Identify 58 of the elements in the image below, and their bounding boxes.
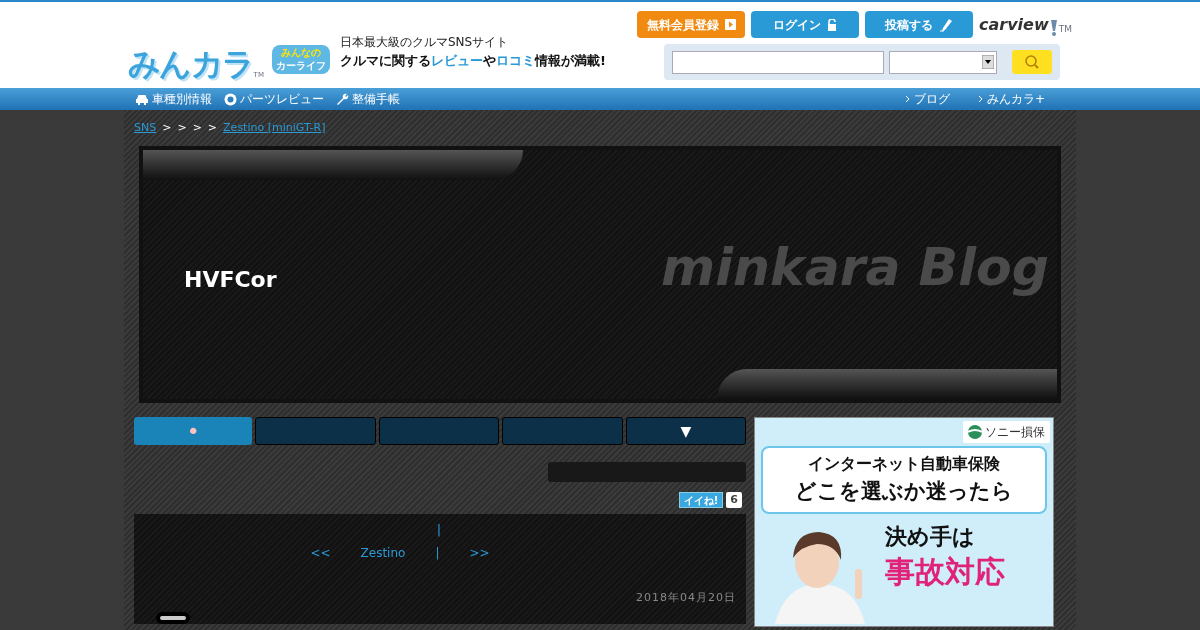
post-nav-link[interactable]: Zestino	[360, 543, 406, 562]
padlock-icon	[826, 18, 838, 31]
banner-watermark: minkara Blog	[661, 236, 1049, 299]
like-count: 6	[726, 492, 742, 508]
tagline: 日本最大級のクルマSNSサイト	[339, 33, 510, 51]
breadcrumb-separator: >	[207, 119, 218, 136]
pen-icon	[939, 17, 953, 32]
search-field[interactable]	[672, 50, 884, 74]
site-logo[interactable]: みんカラ	[128, 48, 254, 80]
car-icon	[135, 93, 149, 105]
ad-headline: どこを選ぶか迷ったら	[795, 478, 1013, 505]
blog-tab[interactable]: •	[134, 417, 253, 445]
post-nav-link[interactable]: >>	[469, 543, 490, 562]
exclamation-icon	[1048, 18, 1059, 37]
nav-link[interactable]: ブログ	[904, 90, 950, 108]
post-nav-link[interactable]: |	[435, 543, 440, 562]
avatar	[156, 612, 190, 624]
badge-text: みんなの	[280, 47, 321, 60]
blog-tab[interactable]	[502, 417, 623, 445]
blog-tab[interactable]: ▼	[625, 417, 747, 445]
carview-logo[interactable]: carview	[979, 12, 1049, 37]
wheel-icon	[224, 92, 237, 106]
insurance-ad[interactable]: ソニー損保 インターネット自動車保険 どこを選ぶか迷ったら 決め手は 事故対応	[754, 417, 1054, 627]
category-select[interactable]	[889, 50, 997, 74]
chevron-icon	[904, 95, 910, 103]
post-date: 2018年04月20日	[636, 589, 736, 606]
trademark-mark: TM	[1058, 23, 1072, 36]
post-divider-text: |	[436, 521, 442, 539]
nav-link[interactable]: 整備手帳	[336, 90, 400, 108]
chevron-icon	[977, 95, 983, 103]
badge-text: カーライフ	[275, 59, 326, 72]
post-button[interactable]: 投稿する	[865, 11, 973, 38]
search-button[interactable]	[1012, 50, 1052, 74]
ad-lead: 決め手は	[885, 522, 975, 551]
nav-link[interactable]: パーツレビュー	[224, 90, 324, 108]
blog-tab[interactable]	[378, 417, 500, 445]
nav-link[interactable]: みんカラ+	[977, 90, 1045, 108]
breadcrumb-link[interactable]: Zestino [miniGT-R]	[223, 119, 326, 137]
breadcrumb-separator: >	[177, 119, 187, 136]
wrench-icon	[336, 92, 349, 106]
banner-title: HVFCor	[184, 266, 277, 294]
breadcrumb-link[interactable]: SNS	[134, 119, 157, 137]
login-button[interactable]: ログイン	[751, 11, 859, 38]
post-nav-link[interactable]: <<	[310, 543, 331, 562]
breadcrumb-separator: >	[162, 119, 172, 136]
ad-headline: インターネット自動車保険	[808, 453, 1000, 475]
sphere-icon	[968, 425, 982, 439]
play-icon	[724, 19, 736, 30]
slogan: クルマに関するレビューやロコミ情報が満載!	[339, 51, 606, 70]
search-icon	[1024, 54, 1040, 70]
ad-emphasis: 事故対応	[885, 552, 1005, 590]
ad-brand-name: ソニー損保	[985, 424, 1045, 441]
like-button[interactable]: イイね!	[678, 492, 724, 508]
nav-link[interactable]: 車種別情報	[135, 90, 212, 108]
blog-tab[interactable]	[255, 417, 376, 445]
dropdown-arrow-icon	[982, 55, 994, 69]
register-button[interactable]: 無料会員登録	[637, 11, 745, 38]
breadcrumb-separator: >	[192, 119, 202, 136]
